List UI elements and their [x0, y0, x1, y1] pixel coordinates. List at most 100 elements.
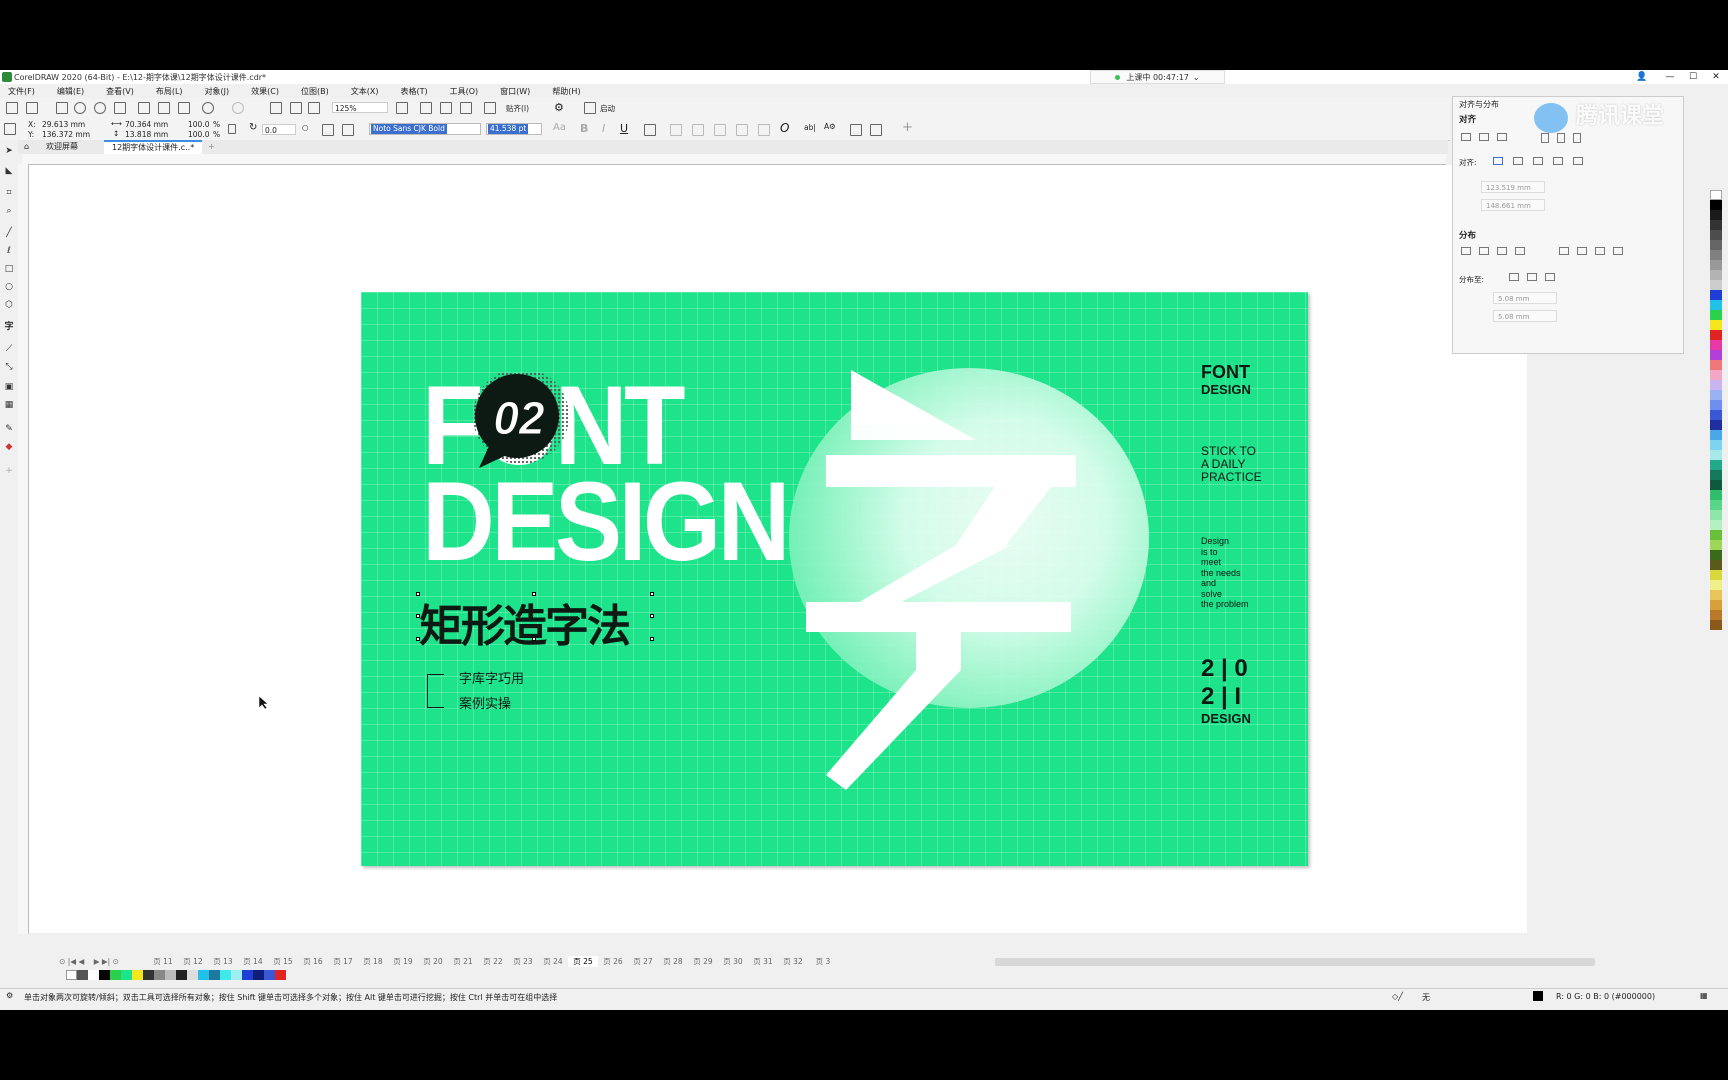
swatch[interactable] [110, 970, 121, 980]
shape-tool-icon[interactable]: ◣ [4, 166, 14, 176]
swatch[interactable] [88, 970, 99, 980]
swatch[interactable] [1710, 260, 1722, 270]
swatch[interactable] [1710, 240, 1722, 250]
distribute-to-page-icon[interactable] [1527, 273, 1537, 281]
align-y-field[interactable]: 148.661 mm [1481, 199, 1545, 211]
launch-dropdown[interactable]: 启动 [600, 103, 615, 114]
page-tab[interactable]: 页 24 [538, 956, 568, 967]
bold-icon[interactable]: B [580, 122, 588, 135]
page-tab[interactable]: 页 26 [598, 956, 628, 967]
status-settings-icon[interactable]: ⚙ [6, 991, 13, 1000]
menu-window[interactable]: 窗口(W) [500, 86, 530, 97]
height-field[interactable]: 13.818 mm [123, 129, 183, 140]
launch-icon[interactable] [584, 102, 596, 114]
swatch[interactable] [1710, 210, 1722, 220]
guidelines-icon[interactable] [460, 102, 472, 114]
text-tool-icon[interactable]: 字 [4, 322, 14, 332]
page-tab[interactable]: 页 16 [298, 956, 328, 967]
maximize-button[interactable]: ☐ [1683, 70, 1703, 84]
page-tab[interactable]: 页 28 [658, 956, 688, 967]
swatch-none[interactable] [66, 970, 77, 980]
selection-handle[interactable] [532, 592, 536, 596]
selection-handle[interactable] [532, 637, 536, 641]
full-screen-icon[interactable] [396, 102, 408, 114]
swatch[interactable] [1710, 330, 1722, 340]
swatch[interactable] [231, 970, 242, 980]
page-tab[interactable]: 页 19 [388, 956, 418, 967]
swatch[interactable] [165, 970, 176, 980]
crop-tool-icon[interactable]: ⌗ [4, 188, 14, 198]
swatch[interactable] [176, 970, 187, 980]
minimize-button[interactable]: — [1660, 70, 1680, 84]
align-to-point-icon[interactable] [1573, 157, 1583, 165]
swatch[interactable] [242, 970, 253, 980]
cloud-download-icon[interactable] [74, 102, 86, 114]
outline-color-swatch[interactable] [1533, 991, 1543, 1001]
swatch[interactable] [1710, 430, 1722, 440]
swatch[interactable] [264, 970, 275, 980]
align-to-selection-icon[interactable] [1493, 157, 1503, 165]
tab-welcome[interactable]: 欢迎屏幕 [38, 140, 86, 154]
swatch-white[interactable] [1710, 190, 1722, 200]
decrease-indent-icon[interactable] [736, 124, 748, 136]
mirror-vertical-icon[interactable] [342, 124, 354, 136]
pdf-icon[interactable] [308, 102, 320, 114]
align-center-v-icon[interactable] [1557, 133, 1565, 143]
horizontal-text-icon[interactable] [850, 124, 862, 136]
parallel-dimension-icon[interactable]: ⟋ [4, 344, 14, 354]
redo-icon[interactable] [232, 102, 244, 114]
font-family-select[interactable]: Noto Sans CJK Bold [369, 123, 481, 135]
swatch[interactable] [1710, 390, 1722, 400]
page-tab[interactable]: 页 15 [268, 956, 298, 967]
drop-cap-icon[interactable] [714, 124, 726, 136]
freehand-tool-icon[interactable]: ╱ [4, 228, 14, 238]
settings-gear-icon[interactable]: ⚙ [554, 101, 564, 114]
swatch[interactable] [209, 970, 220, 980]
numbered-list-icon[interactable] [692, 124, 704, 136]
artistic-media-icon[interactable]: ℓ [4, 246, 14, 256]
close-button[interactable]: ✕ [1706, 70, 1726, 84]
distribute-right-icon[interactable] [1497, 247, 1507, 255]
swatch[interactable] [1710, 400, 1722, 410]
polygon-tool-icon[interactable]: ⬡ [4, 300, 14, 310]
swatch[interactable] [121, 970, 132, 980]
import-icon[interactable] [270, 102, 282, 114]
swatch[interactable] [154, 970, 165, 980]
vertical-ruler[interactable] [18, 164, 29, 934]
undo-icon[interactable] [202, 102, 214, 114]
opentype-icon[interactable]: O [780, 121, 789, 135]
menu-text[interactable]: 文本(X) [351, 86, 379, 97]
horizontal-scrollbar[interactable] [995, 958, 1595, 966]
interactive-fill-icon[interactable]: ◆ [4, 442, 14, 452]
page-tab[interactable]: 页 32 [778, 956, 808, 967]
menu-view[interactable]: 查看(V) [106, 86, 134, 97]
swatch[interactable] [1710, 600, 1722, 610]
cut-icon[interactable] [138, 102, 150, 114]
align-top-icon[interactable] [1541, 133, 1549, 143]
page-tab[interactable]: 页 3 [808, 956, 838, 967]
live-class-status[interactable]: 上课中 00:47:17 ⌄ [1090, 70, 1225, 84]
swatch[interactable] [1710, 440, 1722, 450]
text-frame-icon[interactable]: A⚙ [824, 122, 836, 131]
page-tab[interactable]: 页 17 [328, 956, 358, 967]
object-origin-icon[interactable] [4, 123, 16, 135]
menu-table[interactable]: 表格(T) [400, 86, 427, 97]
swatch[interactable] [1710, 610, 1722, 620]
distribute-left-icon[interactable] [1461, 247, 1471, 255]
page-tab[interactable]: 页 21 [448, 956, 478, 967]
swatch[interactable] [1710, 360, 1722, 370]
mirror-horizontal-icon[interactable] [322, 124, 334, 136]
zoom-tool-icon[interactable]: ⌕ [4, 206, 14, 216]
swatch[interactable] [1710, 570, 1722, 580]
swatch[interactable] [1710, 410, 1722, 420]
swatch[interactable] [1710, 230, 1722, 240]
swatch[interactable] [1710, 580, 1722, 590]
add-icon[interactable]: + [902, 120, 913, 135]
save-icon[interactable] [56, 102, 68, 114]
rectangle-tool-icon[interactable]: □ [4, 264, 14, 274]
add-tool-icon[interactable]: + [4, 466, 14, 476]
horizontal-ruler[interactable] [22, 154, 1446, 165]
swatch[interactable] [143, 970, 154, 980]
page-tab-current[interactable]: 页 25 [568, 956, 598, 967]
swatch[interactable] [1710, 420, 1722, 430]
